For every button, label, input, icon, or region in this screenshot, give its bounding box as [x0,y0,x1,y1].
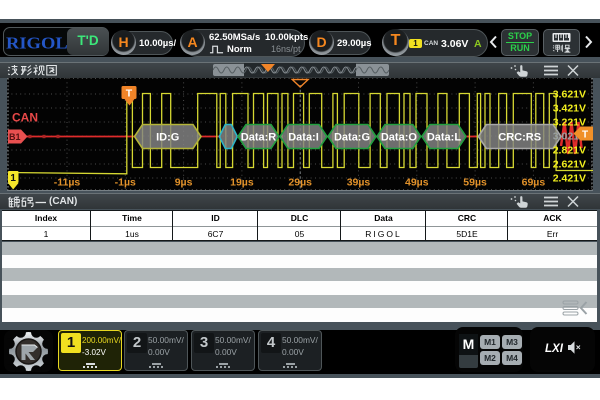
svg-text:Data:G: Data:G [334,132,370,144]
svg-text:3.421V: 3.421V [553,103,586,115]
svg-text:Data:R: Data:R [241,132,277,144]
svg-text:9µs: 9µs [175,177,193,189]
svg-text:-11µs: -11µs [54,177,81,189]
svg-text:69µs: 69µs [522,177,546,189]
svg-text:T: T [126,88,133,100]
svg-text:3.621V: 3.621V [553,89,586,101]
svg-text:-1µs: -1µs [115,177,136,189]
svg-text:39µs: 39µs [347,177,371,189]
svg-text:T: T [582,129,588,140]
svg-text:B1: B1 [9,132,21,142]
svg-text:Data:I: Data:I [288,132,319,144]
svg-text:2.821V: 2.821V [553,145,586,157]
svg-text:CAN: CAN [12,111,38,125]
svg-text:2.621V: 2.621V [553,159,586,171]
svg-text:1: 1 [10,173,16,184]
svg-text:CRC:RS: CRC:RS [498,132,541,144]
svg-text:Data:L: Data:L [427,132,462,144]
svg-text:59µs: 59µs [463,177,487,189]
svg-text:ID:G: ID:G [156,132,179,144]
svg-text:29µs: 29µs [288,177,312,189]
svg-text:19µs: 19µs [230,177,254,189]
svg-text:49µs: 49µs [405,177,429,189]
svg-text:2.421V: 2.421V [553,173,586,185]
svg-text:Data:O: Data:O [381,132,418,144]
